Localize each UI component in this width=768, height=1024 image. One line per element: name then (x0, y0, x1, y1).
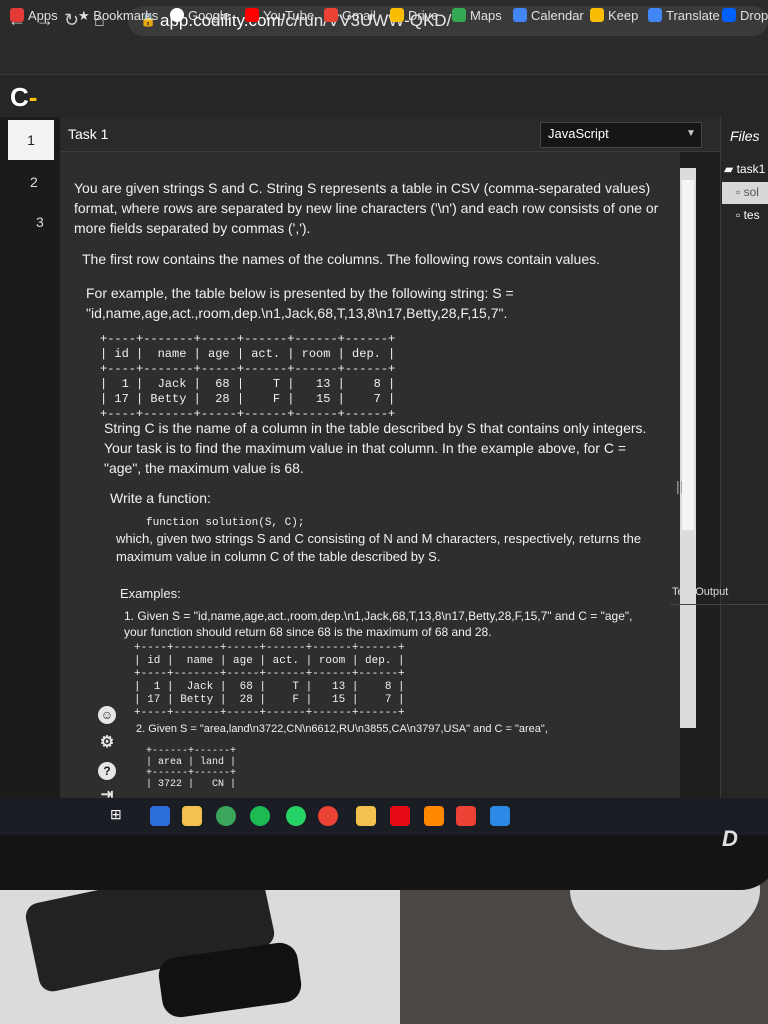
function-signature: function solution(S, C); (146, 517, 305, 529)
dropbox-icon (722, 8, 736, 22)
paragraph-column: String C is the name of a column in the … (104, 420, 647, 476)
app-header (0, 75, 768, 117)
file-icon: ▫ (736, 208, 744, 222)
divider (670, 604, 768, 605)
example-table-2: +----+-------+-----+------+------+------… (134, 642, 405, 719)
reload-icon[interactable]: ↻ (64, 10, 79, 31)
gmail-icon[interactable] (456, 806, 476, 826)
task-title: Task 1 (68, 126, 109, 142)
youtube-icon (245, 8, 259, 22)
file-explorer-icon[interactable] (182, 806, 202, 826)
translate-icon (648, 8, 662, 22)
paragraph-intro: You are given strings S and C. String S … (74, 180, 659, 236)
example-2: 2. Given S = "area,land\n3722,CN\n6612,R… (136, 723, 548, 735)
google-icon (170, 8, 184, 22)
star-icon: ★ (78, 8, 94, 23)
folder-icon: ▰ (724, 162, 737, 176)
calendar-icon (513, 8, 527, 22)
windows-start-icon[interactable]: ⊞ (110, 806, 130, 826)
accessibility-icon[interactable]: ☺ (98, 706, 116, 724)
paragraph-write: Write a function: (110, 490, 211, 506)
bookmark-translate[interactable]: Translate (648, 8, 720, 23)
bookmark-keep[interactable]: Keep (590, 8, 638, 23)
bookmark-bookmarks[interactable]: ★ Bookmarks (78, 8, 158, 24)
file-icon: ▫ (736, 185, 744, 199)
gmail-icon (324, 8, 338, 22)
taskview-icon[interactable] (150, 806, 170, 826)
apps-icon (10, 8, 24, 22)
files-panel (720, 117, 768, 835)
screen: ← → ↻ ⌂ 🔒 app.codility.com/c/run/VV3UWW-… (0, 0, 768, 835)
whatsapp-icon[interactable] (286, 806, 306, 826)
bookmark-gmail[interactable]: Gmail (324, 8, 376, 23)
task-tab-3[interactable]: 3 (36, 214, 44, 230)
bookmark-apps[interactable]: Apps (10, 8, 58, 23)
chrome-icon[interactable] (318, 806, 338, 826)
bookmark-drive[interactable]: Drive (390, 8, 438, 23)
paragraph-example: For example, the table below is presente… (86, 285, 514, 321)
notes-icon[interactable] (356, 806, 376, 826)
language-value[interactable]: JavaScript (548, 126, 609, 141)
dell-logo: D (722, 826, 738, 851)
help-icon[interactable]: ? (98, 762, 116, 780)
netflix-icon[interactable] (390, 806, 410, 826)
chevron-down-icon[interactable]: ▼ (686, 128, 696, 139)
spotify-icon[interactable] (250, 806, 270, 826)
test-output-title: Test Output (672, 586, 729, 598)
bookmark-dropbox[interactable]: Dropb (722, 8, 768, 23)
vlc-icon[interactable] (424, 806, 444, 826)
resize-handle[interactable]: || (676, 478, 683, 494)
drive-icon (390, 8, 404, 22)
files-title: Files (730, 128, 760, 144)
file-tests[interactable]: ▫ tes (736, 208, 760, 222)
bookmark-google[interactable]: Google (170, 8, 230, 23)
paragraph-rows: The first row contains the names of the … (82, 251, 600, 267)
keep-icon (590, 8, 604, 22)
vscode-icon[interactable] (490, 806, 510, 826)
bookmark-maps[interactable]: Maps (452, 8, 502, 23)
gear-icon[interactable]: ⚙ (98, 734, 116, 752)
maps-icon (452, 8, 466, 22)
bookmark-calendar[interactable]: Calendar (513, 8, 584, 23)
paragraph-returns: which, given two strings S and C consist… (116, 531, 642, 564)
codility-logo[interactable]: C- (10, 82, 37, 113)
example-table-1: +----+-------+-----+------+------+------… (100, 332, 396, 421)
bookmarks-bar (0, 42, 768, 75)
bookmark-youtube[interactable]: YouTube (245, 8, 314, 23)
task-tab-1[interactable]: 1 (8, 120, 54, 160)
examples-heading: Examples: (120, 586, 181, 601)
example-table-3: +------+------+ | area | land | +------+… (146, 746, 237, 790)
app-icon[interactable] (216, 806, 236, 826)
file-solution[interactable]: ▫ sol (722, 182, 768, 204)
example-1: 1. Given S = "id,name,age,act.,room,dep.… (124, 609, 633, 639)
task-tab-2[interactable]: 2 (30, 174, 38, 190)
folder-task1[interactable]: ▰ task1 (724, 162, 765, 176)
scroll-thumb[interactable] (682, 180, 694, 530)
task-list (0, 117, 60, 835)
